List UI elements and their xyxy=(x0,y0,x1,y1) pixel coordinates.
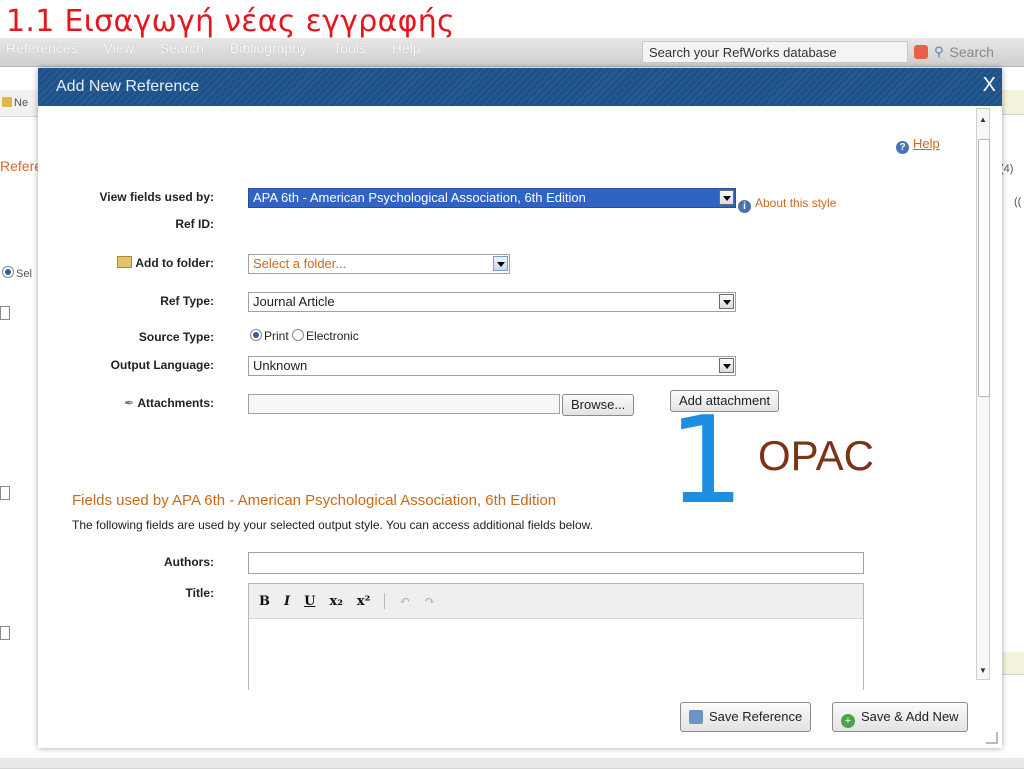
help-icon: ? xyxy=(896,141,909,154)
fields-section-subtitle: The following fields are used by your se… xyxy=(72,518,593,532)
dialog-scrollbar[interactable]: ▲ ▼ xyxy=(976,108,990,680)
authors-label: Authors: xyxy=(164,555,214,569)
floppy-disk-icon xyxy=(689,710,703,724)
subscript-button[interactable]: x₂ xyxy=(329,594,342,609)
italic-button[interactable]: I xyxy=(284,594,290,609)
radio-icon xyxy=(2,266,14,278)
output-language-select[interactable]: Unknown xyxy=(248,356,736,376)
menu-search[interactable]: Search xyxy=(160,40,204,56)
source-type-group: Print Electronic xyxy=(250,329,359,343)
browse-button[interactable]: Browse... xyxy=(562,394,635,416)
folder-icon xyxy=(2,97,12,107)
output-language-value: Unknown xyxy=(253,358,308,373)
title-label: Title: xyxy=(185,586,214,600)
add-folder-value: Select a folder... xyxy=(253,256,347,271)
dialog-titlebar[interactable]: Add New Reference X xyxy=(38,68,1002,106)
close-button[interactable]: X xyxy=(983,74,996,97)
authors-input[interactable] xyxy=(248,552,864,574)
app-menu: References View Search Bibliography Tool… xyxy=(6,40,421,56)
fields-section-title: Fields used by APA 6th - American Psycho… xyxy=(72,492,557,509)
bg-bottom-strip xyxy=(0,758,1024,769)
chevron-down-icon[interactable] xyxy=(719,190,734,205)
scroll-down-icon[interactable]: ▼ xyxy=(979,666,987,675)
add-new-reference-dialog: Add New Reference X ? Help View fields us… xyxy=(38,68,1002,748)
view-fields-label: View fields used by: xyxy=(99,190,214,204)
ref-type-label: Ref Type: xyxy=(160,294,214,308)
app-search-button[interactable]: ⚲ Search xyxy=(914,41,1020,63)
chevron-down-icon[interactable] xyxy=(719,294,734,309)
bg-select-radio[interactable]: Sel xyxy=(2,266,32,280)
attachment-file-input[interactable] xyxy=(248,394,560,414)
resize-grip-icon[interactable] xyxy=(986,732,998,744)
paperclip-icon: ✒ xyxy=(124,396,135,410)
superscript-button[interactable]: x² xyxy=(357,594,370,609)
app-search-input[interactable]: Search your RefWorks database xyxy=(642,41,908,63)
bg-references-label: Refere xyxy=(0,158,43,174)
menu-bibliography[interactable]: Bibliography xyxy=(230,40,307,56)
save-reference-button[interactable]: Save Reference xyxy=(680,702,812,732)
add-folder-label: Add to folder: xyxy=(117,256,214,270)
output-language-label: Output Language: xyxy=(110,358,214,372)
plus-circle-icon: + xyxy=(841,714,855,728)
source-electronic-label: Electronic xyxy=(306,329,359,343)
bg-new-button[interactable]: Ne xyxy=(2,97,28,109)
editor-toolbar: B I U x₂ x² ↶ ↷ xyxy=(249,584,863,619)
menu-help[interactable]: Help xyxy=(392,40,421,56)
menu-references[interactable]: References xyxy=(6,40,78,56)
source-type-label: Source Type: xyxy=(138,330,214,344)
chevron-down-icon[interactable] xyxy=(493,256,508,271)
menu-tools[interactable]: Tools xyxy=(333,40,366,56)
redo-icon[interactable]: ↷ xyxy=(424,594,435,609)
bg-count: (( xyxy=(1014,196,1022,208)
attachments-label: ✒ Attachments: xyxy=(124,396,214,410)
add-folder-select[interactable]: Select a folder... xyxy=(248,254,510,274)
source-electronic-radio[interactable] xyxy=(292,329,305,341)
bg-checkbox[interactable] xyxy=(0,626,10,640)
view-fields-value: APA 6th - American Psychological Associa… xyxy=(253,190,586,205)
app-search-label: Search xyxy=(949,44,994,60)
ref-type-select[interactable]: Journal Article xyxy=(248,292,736,312)
source-print-label: Print xyxy=(264,329,289,343)
scroll-up-icon[interactable]: ▲ xyxy=(979,115,987,124)
clear-icon[interactable] xyxy=(914,45,928,59)
dialog-content: ? Help View fields used by: APA 6th - Ame… xyxy=(38,106,968,710)
underline-button[interactable]: U xyxy=(304,594,315,609)
source-print-radio[interactable] xyxy=(250,329,262,341)
scroll-thumb[interactable] xyxy=(978,139,990,397)
help-link[interactable]: ? Help xyxy=(896,136,940,154)
bg-right-strip xyxy=(1002,652,1024,675)
annotation-number: 1 xyxy=(668,392,745,531)
magnifier-icon: ⚲ xyxy=(934,44,944,59)
view-fields-select[interactable]: APA 6th - American Psychological Associa… xyxy=(248,188,736,208)
ref-type-value: Journal Article xyxy=(253,294,335,309)
bg-checkbox[interactable] xyxy=(0,306,10,320)
bold-button[interactable]: B xyxy=(259,594,270,609)
save-add-new-button[interactable]: + Save & Add New xyxy=(832,702,968,732)
dialog-title: Add New Reference xyxy=(56,78,200,95)
chevron-down-icon[interactable] xyxy=(719,358,734,373)
bg-checkbox[interactable] xyxy=(0,486,10,500)
ref-id-label: Ref ID: xyxy=(175,217,214,231)
toolbar-separator xyxy=(384,593,386,609)
info-icon: i xyxy=(738,200,751,213)
slide-title: 1.1 Εισαγωγή νέας εγγραφής xyxy=(6,4,455,39)
bg-count: (4) xyxy=(1000,163,1014,175)
undo-icon[interactable]: ↶ xyxy=(399,594,410,609)
menu-view[interactable]: View xyxy=(104,40,134,56)
annotation-opac: OPAC xyxy=(758,432,874,479)
about-style-link[interactable]: i About this style xyxy=(738,196,836,213)
dialog-footer: Save Reference + Save & Add New xyxy=(38,690,1002,748)
folder-icon xyxy=(117,256,133,268)
bg-right-strip xyxy=(1002,90,1024,115)
